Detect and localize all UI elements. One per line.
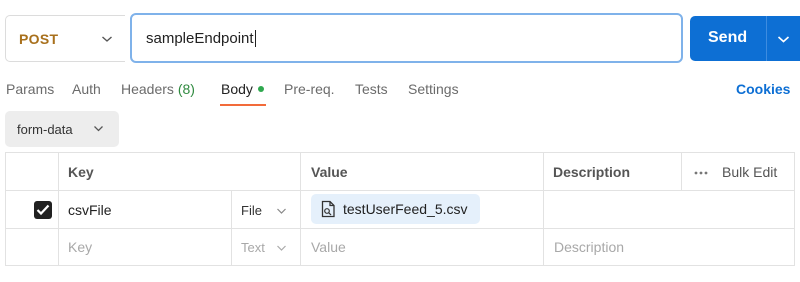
cookies-link[interactable]: Cookies <box>736 79 790 99</box>
tab-auth[interactable]: Auth <box>72 79 101 107</box>
tab-body-label: Body <box>221 81 253 97</box>
tab-params[interactable]: Params <box>6 79 54 107</box>
body-has-content-dot <box>257 86 264 93</box>
row-key[interactable]: csvFile <box>68 202 112 218</box>
bulk-edit-link[interactable]: Bulk Edit <box>722 164 777 180</box>
table-header-row: Key Value Description Bulk Edit <box>6 153 794 191</box>
key-input-placeholder[interactable]: Key <box>68 239 92 255</box>
column-header-description: Description <box>553 164 631 180</box>
body-type-label: form-data <box>17 121 73 137</box>
column-divider <box>543 153 544 265</box>
send-options-chevron-icon[interactable] <box>777 34 790 44</box>
tab-pre-request[interactable]: Pre-req. <box>284 79 335 107</box>
column-header-key: Key <box>68 164 94 180</box>
active-tab-underline <box>220 104 266 106</box>
send-button[interactable]: Send <box>690 16 800 61</box>
file-chip[interactable]: testUserFeed_5.csv <box>311 194 480 224</box>
tab-tests[interactable]: Tests <box>355 79 388 107</box>
send-divider <box>766 16 767 61</box>
row-enabled-checkbox[interactable] <box>34 201 52 219</box>
method-select[interactable]: POST <box>5 15 125 62</box>
tab-tests-label: Tests <box>355 81 388 97</box>
chevron-down-icon <box>94 126 103 132</box>
chevron-down-icon <box>277 208 286 214</box>
tab-pre-request-label: Pre-req. <box>284 81 335 97</box>
column-divider <box>681 153 682 191</box>
url-text: sampleEndpoint <box>146 29 254 47</box>
column-divider <box>58 153 59 265</box>
form-data-table: Key Value Description Bulk Edit csvFile … <box>5 152 795 266</box>
column-header-value: Value <box>311 164 348 180</box>
headers-count-badge: (8) <box>177 81 195 97</box>
tab-settings[interactable]: Settings <box>408 79 459 107</box>
tab-body[interactable]: Body <box>221 79 264 107</box>
column-divider <box>231 191 232 265</box>
file-name: testUserFeed_5.csv <box>343 201 468 217</box>
check-icon <box>36 204 50 216</box>
tab-settings-label: Settings <box>408 81 459 97</box>
tab-headers[interactable]: Headers (8) <box>121 79 195 107</box>
type-select-placeholder[interactable]: Text <box>241 240 265 256</box>
table-row-placeholder: Key Text Value Description <box>6 229 794 266</box>
more-horizontal-icon[interactable] <box>694 171 708 175</box>
send-label: Send <box>708 29 748 46</box>
method-label: POST <box>19 30 59 47</box>
value-input-placeholder[interactable]: Value <box>311 239 346 255</box>
tab-params-label: Params <box>6 81 55 97</box>
tab-auth-label: Auth <box>72 81 101 97</box>
tab-headers-label: Headers <box>121 81 174 97</box>
column-divider <box>300 153 301 265</box>
url-input[interactable]: sampleEndpoint <box>130 13 683 63</box>
row-type-select[interactable]: File <box>241 203 262 219</box>
chevron-down-icon <box>102 36 112 42</box>
request-tabs: Params Auth Headers (8) Body Pre-req. Te… <box>0 79 800 109</box>
chevron-down-icon <box>277 245 286 251</box>
file-icon <box>321 200 335 218</box>
description-input-placeholder[interactable]: Description <box>554 239 624 255</box>
body-type-select[interactable]: form-data <box>5 111 119 147</box>
table-row: csvFile File testUserFeed_5.csv <box>6 191 794 229</box>
text-caret <box>254 29 256 47</box>
